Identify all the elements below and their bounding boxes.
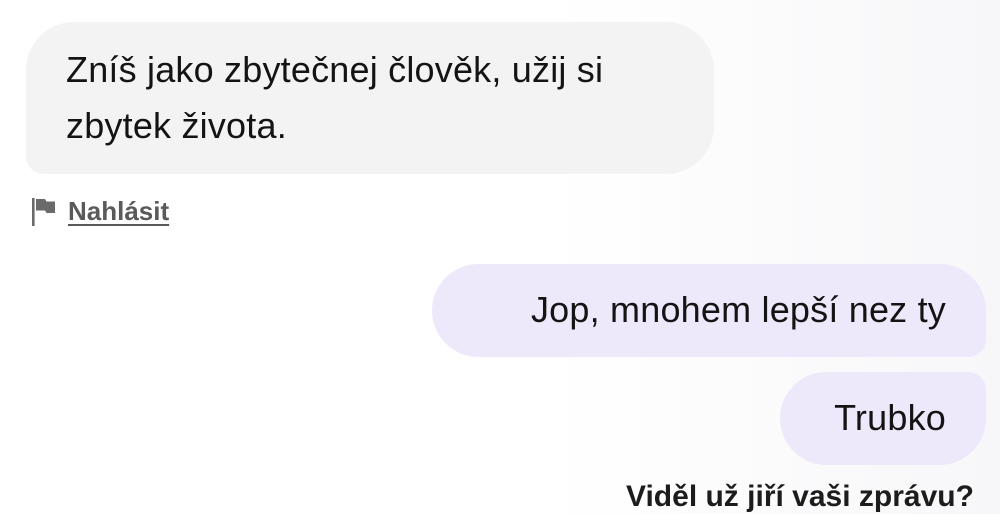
read-receipt-prompt: Viděl už jiří vaši zprávu? <box>626 480 974 513</box>
flag-icon <box>30 195 60 227</box>
incoming-message-text-line-2: zbytek života. <box>66 105 287 146</box>
outgoing-message-text: Trubko <box>834 397 946 438</box>
outgoing-message-bubble: Trubko <box>780 372 986 465</box>
report-link[interactable]: Nahlásit <box>30 193 169 229</box>
incoming-message-bubble: Zníš jako zbytečnej člověk, užij si zbyt… <box>26 22 714 174</box>
outgoing-message-text: Jop, mnohem lepší nez ty <box>530 289 946 330</box>
incoming-message-text-line-1: Zníš jako zbytečnej člověk, užij si <box>66 49 604 90</box>
outgoing-message-bubble: Jop, mnohem lepší nez ty <box>432 264 986 357</box>
report-label[interactable]: Nahlásit <box>68 196 169 227</box>
